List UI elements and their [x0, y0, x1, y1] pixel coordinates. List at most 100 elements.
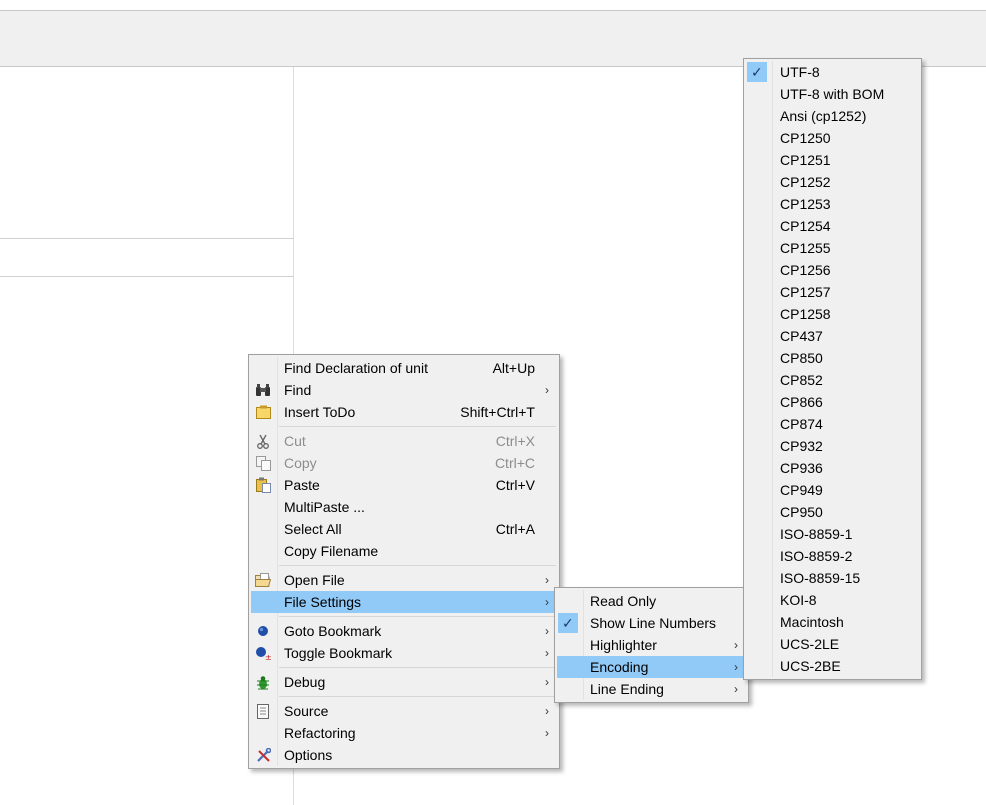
- menu-item-label: Open File: [284, 572, 345, 588]
- shortcut-label: Ctrl+V: [495, 477, 535, 493]
- encoding-option[interactable]: CP852: [746, 369, 919, 391]
- encoding-option[interactable]: CP850: [746, 347, 919, 369]
- encoding-label: CP866: [780, 394, 823, 410]
- chevron-right-icon: ›: [545, 726, 549, 740]
- menu-item-read-only[interactable]: Read Only: [557, 590, 746, 612]
- menu-item-label: Find Declaration of unit: [284, 360, 428, 376]
- encoding-label: CP1251: [780, 152, 831, 168]
- menu-item-find[interactable]: Find ›: [251, 379, 557, 401]
- menu-item-label: Refactoring: [284, 725, 356, 741]
- checkmark-icon: ✓: [751, 64, 763, 80]
- menu-item-label: Select All: [284, 521, 342, 537]
- encoding-option[interactable]: CP866: [746, 391, 919, 413]
- encoding-option[interactable]: CP950: [746, 501, 919, 523]
- menu-item-label: Debug: [284, 674, 326, 690]
- encoding-label: CP1258: [780, 306, 831, 322]
- encoding-option[interactable]: CP1258: [746, 303, 919, 325]
- encoding-option[interactable]: ISO-8859-1: [746, 523, 919, 545]
- encoding-option[interactable]: CP437: [746, 325, 919, 347]
- binoculars-icon: [255, 382, 271, 398]
- checkmark-icon: ✓: [562, 615, 574, 631]
- menu-item-options[interactable]: Options: [251, 744, 557, 766]
- chevron-right-icon: ›: [734, 638, 738, 652]
- menu-item-copy[interactable]: Copy Ctrl+C: [251, 452, 557, 474]
- shortcut-label: Ctrl+A: [495, 521, 535, 537]
- encoding-option[interactable]: UCS-2BE: [746, 655, 919, 677]
- encoding-option[interactable]: KOI-8: [746, 589, 919, 611]
- encoding-option[interactable]: CP1254: [746, 215, 919, 237]
- encoding-label: CP949: [780, 482, 823, 498]
- encoding-option[interactable]: CP1250: [746, 127, 919, 149]
- menu-item-label: Copy: [284, 455, 317, 471]
- scissors-icon: [255, 433, 271, 449]
- menu-item-debug[interactable]: Debug ›: [251, 671, 557, 693]
- encoding-label: ISO-8859-1: [780, 526, 853, 542]
- encoding-label: CP936: [780, 460, 823, 476]
- menu-item-label: Options: [284, 747, 333, 763]
- encoding-label: CP1256: [780, 262, 831, 278]
- encoding-option[interactable]: CP1257: [746, 281, 919, 303]
- menu-item-insert-todo[interactable]: Insert ToDo Shift+Ctrl+T: [251, 401, 557, 423]
- menu-item-find-declaration[interactable]: Find Declaration of unit Alt+Up: [251, 357, 557, 379]
- encoding-label: CP932: [780, 438, 823, 454]
- menu-item-label: Find: [284, 382, 312, 398]
- encoding-option[interactable]: CP1251: [746, 149, 919, 171]
- menu-item-source[interactable]: Source ›: [251, 700, 557, 722]
- encoding-option[interactable]: Macintosh: [746, 611, 919, 633]
- menu-item-select-all[interactable]: Select All Ctrl+A: [251, 518, 557, 540]
- shortcut-label: Ctrl+C: [494, 455, 535, 471]
- menu-item-paste[interactable]: Paste Ctrl+V: [251, 474, 557, 496]
- encoding-option[interactable]: CP1256: [746, 259, 919, 281]
- menu-item-label: Encoding: [590, 659, 649, 675]
- menu-item-label: MultiPaste ...: [284, 499, 365, 515]
- encoding-option[interactable]: UCS-2LE: [746, 633, 919, 655]
- menu-item-label: Source: [284, 703, 329, 719]
- encoding-option[interactable]: CP949: [746, 479, 919, 501]
- menu-separator: [279, 696, 556, 697]
- menu-item-open-file[interactable]: Open File ›: [251, 569, 557, 591]
- encoding-label: UTF-8: [780, 64, 820, 80]
- encoding-label: KOI-8: [780, 592, 817, 608]
- encoding-option[interactable]: CP936: [746, 457, 919, 479]
- menu-item-multipaste[interactable]: MultiPaste ...: [251, 496, 557, 518]
- encoding-option[interactable]: CP1255: [746, 237, 919, 259]
- bug-icon: [255, 674, 271, 690]
- tools-icon: [255, 747, 271, 763]
- open-folder-icon: [255, 572, 271, 588]
- editor-context-menu: Find Declaration of unit Alt+Up Find › I…: [248, 354, 560, 769]
- encoding-option[interactable]: ✓ UTF-8: [746, 61, 919, 83]
- menu-item-cut[interactable]: Cut Ctrl+X: [251, 430, 557, 452]
- encoding-option[interactable]: ISO-8859-15: [746, 567, 919, 589]
- chevron-right-icon: ›: [545, 646, 549, 660]
- menu-item-label: Cut: [284, 433, 306, 449]
- menu-item-copy-filename[interactable]: Copy Filename: [251, 540, 557, 562]
- encoding-option[interactable]: UTF-8 with BOM: [746, 83, 919, 105]
- chevron-right-icon: ›: [545, 383, 549, 397]
- encoding-option[interactable]: CP1252: [746, 171, 919, 193]
- menu-item-encoding[interactable]: Encoding ›: [557, 656, 746, 678]
- menu-item-label: File Settings: [284, 594, 362, 610]
- encoding-option[interactable]: CP874: [746, 413, 919, 435]
- menu-item-label: Line Ending: [590, 681, 664, 697]
- menu-item-refactoring[interactable]: Refactoring ›: [251, 722, 557, 744]
- encoding-option[interactable]: CP932: [746, 435, 919, 457]
- encoding-label: UTF-8 with BOM: [780, 86, 885, 102]
- menu-item-highlighter[interactable]: Highlighter ›: [557, 634, 746, 656]
- menu-item-toggle-bookmark[interactable]: ± Toggle Bookmark ›: [251, 642, 557, 664]
- menu-item-file-settings[interactable]: File Settings ›: [251, 591, 557, 613]
- menu-item-goto-bookmark[interactable]: Goto Bookmark ›: [251, 620, 557, 642]
- menu-separator: [279, 565, 556, 566]
- encoding-option[interactable]: Ansi (cp1252): [746, 105, 919, 127]
- encoding-label: CP874: [780, 416, 823, 432]
- menu-item-label: Read Only: [590, 593, 657, 609]
- menu-item-show-line-numbers[interactable]: ✓ Show Line Numbers: [557, 612, 746, 634]
- menu-item-label: Copy Filename: [284, 543, 379, 559]
- shortcut-label: Alt+Up: [492, 360, 535, 376]
- menu-item-line-ending[interactable]: Line Ending ›: [557, 678, 746, 700]
- document-icon: [255, 703, 271, 719]
- encoding-option[interactable]: CP1253: [746, 193, 919, 215]
- encoding-option[interactable]: ISO-8859-2: [746, 545, 919, 567]
- shortcut-label: Shift+Ctrl+T: [460, 404, 535, 420]
- encoding-label: Ansi (cp1252): [780, 108, 867, 124]
- menu-item-label: Highlighter: [590, 637, 657, 653]
